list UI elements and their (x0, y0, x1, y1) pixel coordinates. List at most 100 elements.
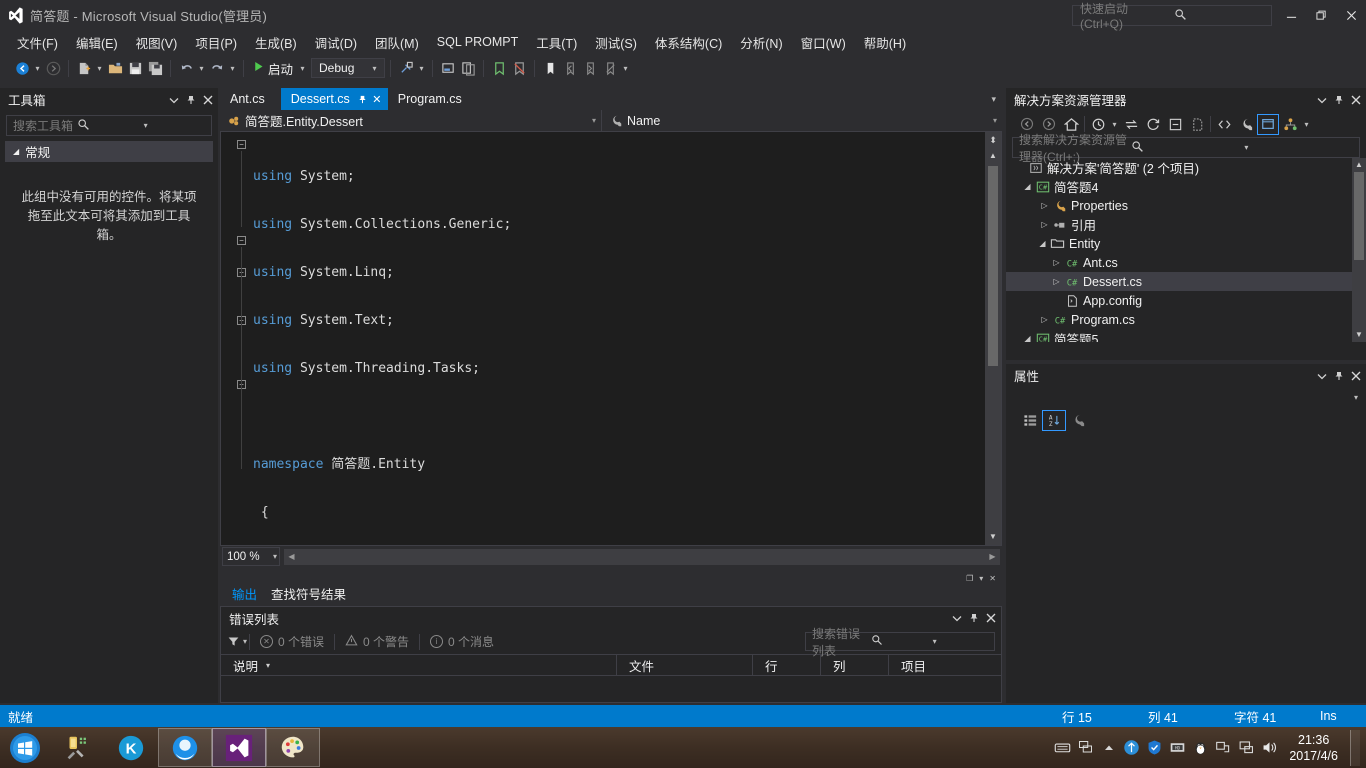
show-hidden-icons-icon[interactable] (1097, 727, 1120, 768)
output-close-icon[interactable]: ✕ (989, 574, 996, 583)
column-column[interactable]: 列 (821, 654, 889, 676)
toolbox-search-input[interactable]: 搜索工具箱 ▾ (6, 115, 212, 136)
network-drive-icon[interactable] (1212, 727, 1235, 768)
error-count-toggle[interactable]: ✕ 0 个错误 (252, 633, 332, 650)
view-code-icon[interactable] (1213, 114, 1235, 135)
solution-search-dropdown-icon[interactable]: ▾ (1244, 143, 1356, 152)
expander-right-icon[interactable]: ▷ (1050, 258, 1063, 267)
next-bookmark-icon[interactable] (580, 57, 600, 79)
menu-build[interactable]: 生成(B) (246, 31, 306, 54)
fold-toggle-usings[interactable]: − (237, 140, 246, 149)
start-button[interactable] (0, 727, 50, 768)
usb-device-icon[interactable] (1120, 727, 1143, 768)
tab-dessert-cs[interactable]: Dessert.cs ✕ (280, 88, 388, 110)
save-icon[interactable] (125, 57, 145, 79)
start-dropdown-icon[interactable]: ▾ (297, 57, 308, 79)
column-project[interactable]: 项目 (889, 654, 999, 676)
open-file-icon[interactable] (105, 57, 125, 79)
tab-ant-cs[interactable]: Ant.cs (220, 88, 281, 110)
solution-explorer-dropdown-icon[interactable] (1313, 90, 1330, 109)
error-search-dropdown-icon[interactable]: ▾ (933, 637, 992, 646)
show-desktop-button[interactable] (1350, 729, 1360, 766)
message-count-toggle[interactable]: i 0 个消息 (422, 633, 502, 650)
media-player-icon[interactable]: HD (1166, 727, 1189, 768)
scroll-up-icon[interactable]: ▲ (1352, 158, 1366, 172)
tree-item-solution[interactable]: 解决方案'简答题' (2 个项目) (1006, 158, 1366, 177)
tree-item-project-1[interactable]: ◢ C# 简答题4 (1006, 177, 1366, 196)
error-list-close-icon[interactable] (982, 609, 999, 628)
navigate-backward-dropdown-icon[interactable]: ▾ (32, 57, 43, 79)
scroll-left-icon[interactable]: ◀ (284, 549, 299, 565)
navigate-backward-icon[interactable] (12, 57, 32, 79)
close-button[interactable] (1336, 0, 1366, 31)
toolbox-search-dropdown-icon[interactable]: ▾ (144, 121, 208, 130)
column-line[interactable]: 行 (753, 654, 821, 676)
solution-explorer-search-input[interactable]: 搜索解决方案资源管理器(Ctrl+;) ▾ (1012, 133, 1360, 164)
column-file[interactable]: 文件 (617, 654, 753, 676)
menu-project[interactable]: 项目(P) (186, 31, 246, 54)
preview-selected-items-icon[interactable] (1257, 113, 1279, 135)
input-method-icon[interactable] (1074, 727, 1097, 768)
tree-item-program-cs[interactable]: ▷ C# Program.cs (1006, 310, 1366, 329)
output-dropdown-icon[interactable]: ▾ (979, 574, 983, 583)
scrollbar-thumb[interactable] (1354, 172, 1364, 260)
tab-close-icon[interactable]: ✕ (370, 91, 384, 107)
menu-test[interactable]: 测试(S) (586, 31, 646, 54)
undo-dropdown-icon[interactable]: ▾ (196, 57, 207, 79)
properties-dropdown-icon[interactable] (1313, 366, 1330, 385)
tree-item-ant-cs[interactable]: ▷ C# Ant.cs (1006, 253, 1366, 272)
tree-item-references[interactable]: ▷ 引用 (1006, 215, 1366, 234)
redo-icon[interactable] (207, 57, 227, 79)
zoom-level-select[interactable]: 100 % ▾ (222, 547, 280, 566)
redo-dropdown-icon[interactable]: ▾ (227, 57, 238, 79)
collapse-all-icon[interactable] (1164, 114, 1186, 135)
column-description[interactable]: 说明 ▾ (221, 654, 617, 676)
expander-right-icon[interactable]: ▷ (1038, 201, 1051, 210)
minimize-button[interactable] (1276, 0, 1306, 31)
expander-right-icon[interactable]: ▷ (1050, 277, 1063, 286)
scroll-down-icon[interactable]: ▼ (1352, 328, 1366, 342)
editor-horizontal-scrollbar[interactable]: ◀ ▶ (284, 548, 1000, 565)
show-all-files-icon[interactable] (1186, 114, 1208, 135)
toggle-bookmark-icon[interactable] (540, 57, 560, 79)
tree-item-properties[interactable]: ▷ Properties (1006, 196, 1366, 215)
editor-vertical-scrollbar[interactable]: ⬍ ▲ ▼ (985, 132, 1001, 545)
new-project-icon[interactable] (74, 57, 94, 79)
save-all-icon[interactable] (145, 57, 165, 79)
toolbar-overflow-icon[interactable]: ▾ (620, 57, 631, 79)
menu-edit[interactable]: 编辑(E) (67, 31, 127, 54)
expander-down-icon[interactable]: ◢ (1036, 239, 1049, 248)
code-editor[interactable]: − − − − − using System; using System.Col… (220, 132, 1002, 546)
code-text-area[interactable]: using System; using System.Collections.G… (249, 132, 985, 545)
maximize-restore-button[interactable] (1306, 0, 1336, 31)
tree-item-app-config[interactable]: App.config (1006, 291, 1366, 310)
properties-object-select[interactable]: ▾ (1006, 387, 1366, 407)
toolbox-pin-icon[interactable] (182, 90, 199, 109)
new-project-dropdown-icon[interactable]: ▾ (94, 57, 105, 79)
class-view-icon[interactable] (1279, 114, 1301, 135)
network-monitor-icon[interactable] (1235, 727, 1258, 768)
menu-help[interactable]: 帮助(H) (855, 31, 915, 54)
attach-dropdown-icon[interactable]: ▾ (416, 57, 427, 79)
fold-toggle-namespace[interactable]: − (237, 236, 246, 245)
start-debug-button[interactable]: 启动 ▾ (249, 57, 311, 79)
toolbox-group-general[interactable]: ◢ 常规 (5, 141, 213, 162)
undo-icon[interactable] (176, 57, 196, 79)
navigate-forward-icon[interactable] (43, 57, 63, 79)
clear-bookmarks-icon[interactable] (600, 57, 620, 79)
menu-architecture[interactable]: 体系结构(C) (646, 31, 731, 54)
quick-launch-input[interactable]: 快速启动 (Ctrl+Q) (1072, 2, 1272, 31)
expander-down-icon[interactable]: ◢ (1021, 182, 1034, 191)
previous-bookmark-icon[interactable] (560, 57, 580, 79)
taskbar-pinned-tools[interactable] (50, 728, 104, 767)
remove-bookmark-icon[interactable] (509, 57, 529, 79)
attach-to-process-icon[interactable] (396, 57, 416, 79)
taskbar-paint-icon[interactable] (266, 728, 320, 767)
menu-window[interactable]: 窗口(W) (792, 31, 855, 54)
scroll-up-icon[interactable]: ▲ (985, 148, 1001, 164)
tab-pin-icon[interactable] (356, 91, 370, 107)
warning-count-toggle[interactable]: 0 个警告 (337, 633, 417, 650)
scroll-right-icon[interactable]: ▶ (985, 549, 1000, 565)
property-pages-icon[interactable] (1066, 410, 1090, 431)
menu-tools[interactable]: 工具(T) (527, 31, 586, 54)
